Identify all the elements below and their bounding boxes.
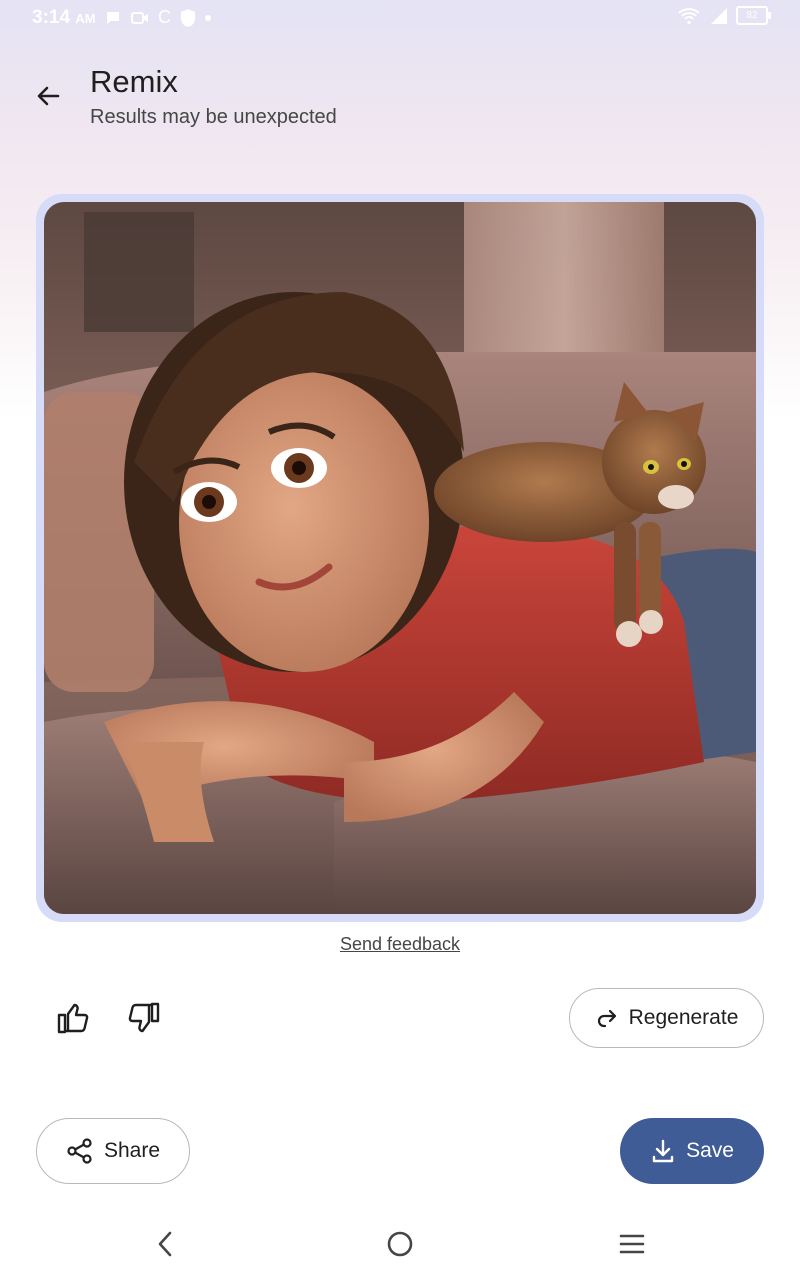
arrow-left-icon [37,86,60,106]
system-nav-bar [0,1216,800,1272]
share-label: Share [103,1139,161,1162]
nav-menu-icon [619,1234,645,1254]
thumb-up-button[interactable] [49,994,97,1042]
generated-image[interactable] [44,202,756,914]
nav-back-button[interactable] [138,1216,194,1272]
status-time-ampm: AM [75,11,96,26]
status-carrier-letter: C [158,7,171,27]
regenerate-label: Regenerate [628,1006,739,1029]
nav-back-icon [158,1231,172,1257]
dot-icon [205,14,211,21]
battery-level: 82 [746,10,758,21]
video-icon [131,11,148,24]
send-feedback-link[interactable]: Send feedback [0,934,800,955]
status-left-icons: C [104,7,211,28]
regenerate-button[interactable]: Regenerate [569,988,764,1048]
download-icon [652,1139,674,1163]
status-bar: 3:14 AM C 82 [0,0,800,36]
back-button[interactable] [28,76,68,116]
status-time-value: 3:14 [32,7,71,28]
redo-icon [597,1009,616,1028]
save-label: Save [686,1139,734,1162]
signal-icon [711,7,727,24]
vpn-shield-icon [181,8,195,27]
status-time: 3:14 AM [32,7,96,29]
save-button[interactable]: Save [620,1118,764,1184]
thumb-down-icon [128,1002,160,1033]
share-icon [67,1138,92,1164]
page-title: Remix [90,64,178,99]
wifi-icon [678,7,700,24]
nav-menu-button[interactable] [604,1216,660,1272]
share-button[interactable]: Share [36,1118,190,1184]
nav-home-icon [387,1231,413,1257]
header: Remix Results may be unexpected [0,60,800,140]
image-frame [36,194,764,922]
chat-bubble-icon [107,11,119,24]
status-right-icons: 82 [678,6,771,25]
page-subtitle: Results may be unexpected [90,106,337,128]
battery-icon: 82 [736,6,771,25]
thumb-up-icon [57,1003,89,1034]
nav-home-button[interactable] [372,1216,428,1272]
thumb-down-button[interactable] [120,994,168,1042]
